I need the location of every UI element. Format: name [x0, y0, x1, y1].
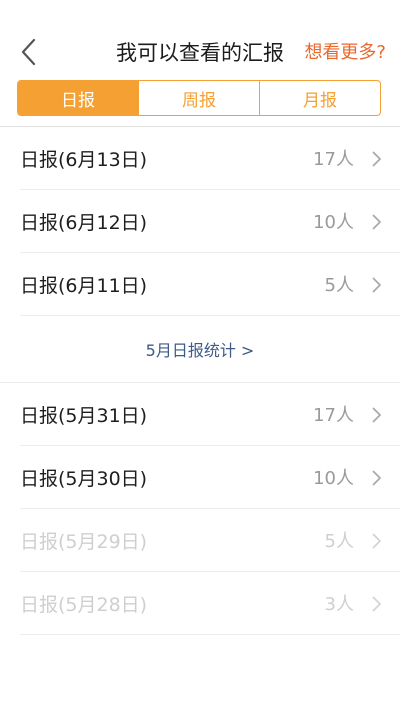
report-label: 日报(5月31日) [20, 404, 148, 427]
list-item[interactable]: 日报(5月31日) 17人 [20, 383, 400, 446]
report-count: 17人 [313, 149, 354, 170]
report-type-tabs: 日报 周报 月报 [17, 80, 381, 116]
report-label: 日报(6月11日) [20, 274, 148, 297]
report-label: 日报(6月12日) [20, 211, 148, 234]
list-item[interactable]: 日报(6月12日) 10人 [20, 190, 400, 253]
report-count: 5人 [324, 531, 354, 552]
report-count: 17人 [313, 405, 354, 426]
monthly-stat-link[interactable]: 5月日报统计 > [0, 316, 400, 383]
tab-weekly[interactable]: 周报 [138, 81, 259, 115]
report-label: 日报(5月29日) [20, 530, 148, 553]
list-item[interactable]: 日报(6月13日) 17人 [20, 127, 400, 190]
list-item[interactable]: 日报(6月11日) 5人 [20, 253, 400, 316]
chevron-right-icon [372, 277, 381, 293]
chevron-right-icon [372, 596, 381, 612]
list-item[interactable]: 日报(5月28日) 3人 [20, 572, 400, 635]
chevron-right-icon [372, 533, 381, 549]
list-item[interactable]: 日报(5月29日) 5人 [20, 509, 400, 572]
chevron-right-icon [372, 407, 381, 423]
report-count: 10人 [313, 468, 354, 489]
report-label: 日报(5月30日) [20, 467, 148, 490]
chevron-right-icon [372, 151, 381, 167]
chevron-right-icon [372, 214, 381, 230]
tab-daily[interactable]: 日报 [18, 81, 138, 115]
report-list: 日报(6月13日) 17人 日报(6月12日) 10人 日报(6月11日) 5人… [0, 126, 400, 635]
more-link[interactable]: 想看更多? [304, 40, 386, 66]
report-label: 日报(6月13日) [20, 148, 148, 171]
list-item[interactable]: 日报(5月30日) 10人 [20, 446, 400, 509]
report-label: 日报(5月28日) [20, 593, 148, 616]
chevron-right-icon [372, 470, 381, 486]
report-count: 3人 [324, 594, 354, 615]
tab-monthly[interactable]: 月报 [259, 81, 380, 115]
report-count: 10人 [313, 212, 354, 233]
report-count: 5人 [324, 275, 354, 296]
